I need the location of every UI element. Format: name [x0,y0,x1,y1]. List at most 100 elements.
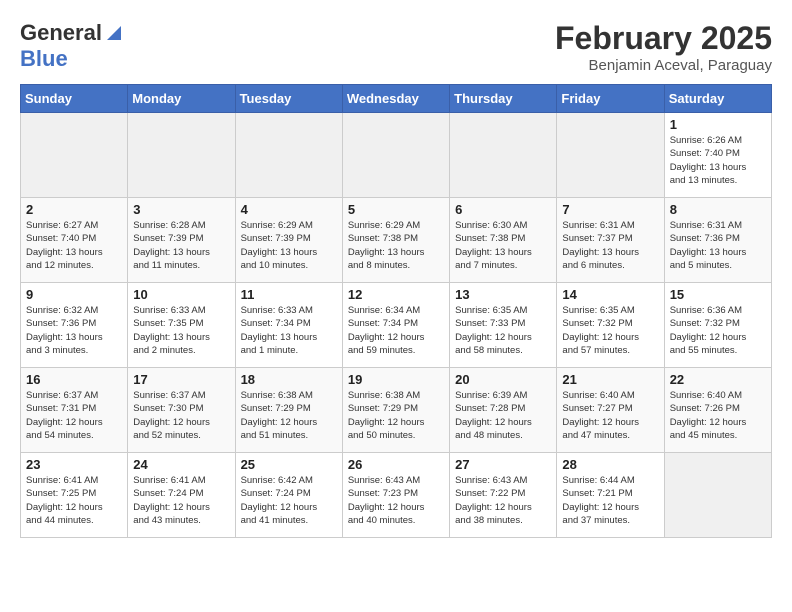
day-cell: 21Sunrise: 6:40 AM Sunset: 7:27 PM Dayli… [557,368,664,453]
day-cell: 16 Sunrise: 6:37 AM Sunset: 7:31 PM Dayli… [21,368,128,453]
day-number: 27 [455,457,551,472]
logo: General Blue [20,20,121,72]
day-cell: 23Sunrise: 6:41 AM Sunset: 7:25 PM Dayli… [21,453,128,538]
day-number: 13 [455,287,551,302]
day-cell: 27 Sunrise: 6:43 AM Sunset: 7:22 PM Dayli… [450,453,557,538]
day-info: Sunrise: 6:28 AM Sunset: 7:39 PM Dayligh… [133,219,229,272]
day-info: Sunrise: 6:29 AM Sunset: 7:39 PM Dayligh… [241,219,337,272]
day-cell: 7 Sunrise: 6:31 AM Sunset: 7:37 PM Daylig… [557,198,664,283]
day-cell: 13 Sunrise: 6:35 AM Sunset: 7:33 PM Dayli… [450,283,557,368]
day-info: Sunrise: 6:29 AM Sunset: 7:38 PM Dayligh… [348,219,444,272]
day-number: 6 [455,202,551,217]
day-number: 25 [241,457,337,472]
day-number: 1 [670,117,766,132]
day-cell [342,113,449,198]
day-info: Sunrise: 6:37 AM Sunset: 7:30 PM Dayligh… [133,389,229,442]
day-number: 11 [241,287,337,302]
header-cell-friday: Friday [557,85,664,113]
day-info: Sunrise: 6:35 AM Sunset: 7:32 PM Dayligh… [562,304,658,357]
day-number: 22 [670,372,766,387]
day-number: 7 [562,202,658,217]
day-info: Sunrise: 6:39 AM Sunset: 7:28 PM Dayligh… [455,389,551,442]
day-info: Sunrise: 6:33 AM Sunset: 7:35 PM Dayligh… [133,304,229,357]
calendar-body: 1 Sunrise: 6:26 AM Sunset: 7:40 PM Daylig… [21,113,772,538]
location-subtitle: Benjamin Aceval, Paraguay [555,57,772,74]
day-info: Sunrise: 6:34 AM Sunset: 7:34 PM Dayligh… [348,304,444,357]
day-cell: 20 Sunrise: 6:39 AM Sunset: 7:28 PM Dayli… [450,368,557,453]
day-info: Sunrise: 6:32 AM Sunset: 7:36 PM Dayligh… [26,304,122,357]
day-cell: 17 Sunrise: 6:37 AM Sunset: 7:30 PM Dayli… [128,368,235,453]
title-block: February 2025 Benjamin Aceval, Paraguay [555,20,772,74]
day-number: 26 [348,457,444,472]
day-info: Sunrise: 6:37 AM Sunset: 7:31 PM Dayligh… [26,389,122,442]
month-title: February 2025 [555,20,772,57]
header-cell-tuesday: Tuesday [235,85,342,113]
day-info: Sunrise: 6:27 AM Sunset: 7:40 PM Dayligh… [26,219,122,272]
day-info: Sunrise: 6:42 AM Sunset: 7:24 PM Dayligh… [241,474,337,527]
day-cell: 8 Sunrise: 6:31 AM Sunset: 7:36 PM Daylig… [664,198,771,283]
day-number: 10 [133,287,229,302]
day-number: 20 [455,372,551,387]
day-info: Sunrise: 6:31 AM Sunset: 7:37 PM Dayligh… [562,219,658,272]
day-info: Sunrise: 6:38 AM Sunset: 7:29 PM Dayligh… [241,389,337,442]
day-info: Sunrise: 6:43 AM Sunset: 7:23 PM Dayligh… [348,474,444,527]
day-cell: 3 Sunrise: 6:28 AM Sunset: 7:39 PM Daylig… [128,198,235,283]
day-cell [450,113,557,198]
logo-general-text: General [20,20,102,46]
day-cell [557,113,664,198]
day-info: Sunrise: 6:31 AM Sunset: 7:36 PM Dayligh… [670,219,766,272]
day-cell: 2Sunrise: 6:27 AM Sunset: 7:40 PM Daylig… [21,198,128,283]
day-number: 14 [562,287,658,302]
day-number: 4 [241,202,337,217]
day-info: Sunrise: 6:36 AM Sunset: 7:32 PM Dayligh… [670,304,766,357]
day-info: Sunrise: 6:35 AM Sunset: 7:33 PM Dayligh… [455,304,551,357]
page-header: General Blue February 2025 Benjamin Acev… [20,20,772,74]
header-row: SundayMondayTuesdayWednesdayThursdayFrid… [21,85,772,113]
day-number: 23 [26,457,122,472]
week-row-3: 9Sunrise: 6:32 AM Sunset: 7:36 PM Daylig… [21,283,772,368]
day-number: 5 [348,202,444,217]
day-info: Sunrise: 6:30 AM Sunset: 7:38 PM Dayligh… [455,219,551,272]
header-cell-saturday: Saturday [664,85,771,113]
day-number: 3 [133,202,229,217]
day-number: 12 [348,287,444,302]
week-row-5: 23Sunrise: 6:41 AM Sunset: 7:25 PM Dayli… [21,453,772,538]
day-number: 8 [670,202,766,217]
day-info: Sunrise: 6:41 AM Sunset: 7:24 PM Dayligh… [133,474,229,527]
day-cell: 4 Sunrise: 6:29 AM Sunset: 7:39 PM Daylig… [235,198,342,283]
day-cell: 5 Sunrise: 6:29 AM Sunset: 7:38 PM Daylig… [342,198,449,283]
day-number: 18 [241,372,337,387]
day-info: Sunrise: 6:33 AM Sunset: 7:34 PM Dayligh… [241,304,337,357]
day-cell: 24 Sunrise: 6:41 AM Sunset: 7:24 PM Dayli… [128,453,235,538]
day-number: 17 [133,372,229,387]
day-info: Sunrise: 6:26 AM Sunset: 7:40 PM Dayligh… [670,134,766,187]
day-cell [128,113,235,198]
header-cell-sunday: Sunday [21,85,128,113]
day-cell: 1 Sunrise: 6:26 AM Sunset: 7:40 PM Daylig… [664,113,771,198]
day-info: Sunrise: 6:44 AM Sunset: 7:21 PM Dayligh… [562,474,658,527]
day-cell: 28 Sunrise: 6:44 AM Sunset: 7:21 PM Dayli… [557,453,664,538]
day-number: 15 [670,287,766,302]
day-number: 24 [133,457,229,472]
day-cell: 15 Sunrise: 6:36 AM Sunset: 7:32 PM Dayli… [664,283,771,368]
day-info: Sunrise: 6:40 AM Sunset: 7:26 PM Dayligh… [670,389,766,442]
day-number: 19 [348,372,444,387]
day-cell: 9Sunrise: 6:32 AM Sunset: 7:36 PM Daylig… [21,283,128,368]
day-cell: 14 Sunrise: 6:35 AM Sunset: 7:32 PM Dayli… [557,283,664,368]
day-cell: 19Sunrise: 6:38 AM Sunset: 7:29 PM Dayli… [342,368,449,453]
calendar-table: SundayMondayTuesdayWednesdayThursdayFrid… [20,84,772,538]
day-cell: 6 Sunrise: 6:30 AM Sunset: 7:38 PM Daylig… [450,198,557,283]
day-cell: 10 Sunrise: 6:33 AM Sunset: 7:35 PM Dayli… [128,283,235,368]
day-number: 16 [26,372,122,387]
logo-triangle-icon [103,24,121,42]
header-cell-thursday: Thursday [450,85,557,113]
week-row-1: 1 Sunrise: 6:26 AM Sunset: 7:40 PM Daylig… [21,113,772,198]
week-row-4: 16 Sunrise: 6:37 AM Sunset: 7:31 PM Dayli… [21,368,772,453]
day-cell: 25 Sunrise: 6:42 AM Sunset: 7:24 PM Dayli… [235,453,342,538]
header-cell-monday: Monday [128,85,235,113]
day-number: 28 [562,457,658,472]
day-cell [235,113,342,198]
week-row-2: 2Sunrise: 6:27 AM Sunset: 7:40 PM Daylig… [21,198,772,283]
day-info: Sunrise: 6:43 AM Sunset: 7:22 PM Dayligh… [455,474,551,527]
day-info: Sunrise: 6:40 AM Sunset: 7:27 PM Dayligh… [562,389,658,442]
